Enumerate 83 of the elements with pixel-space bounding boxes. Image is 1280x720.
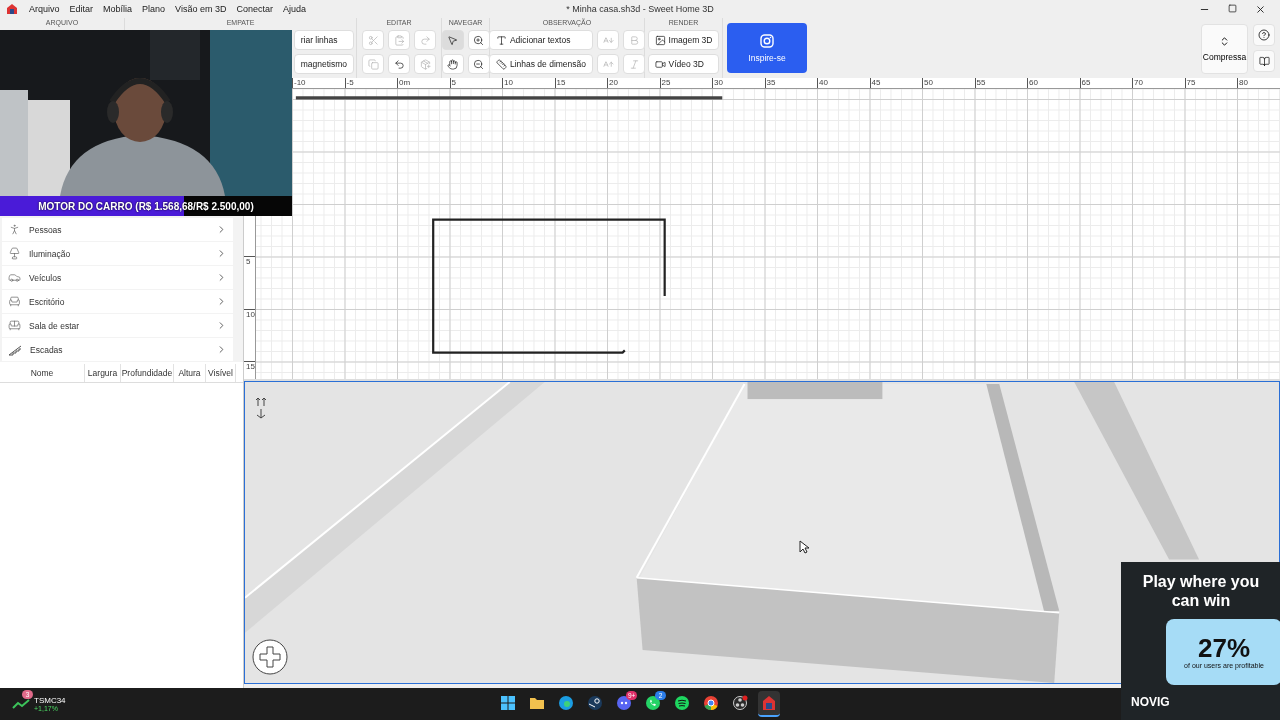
pan-tool-button[interactable] xyxy=(441,54,464,74)
house-app-icon[interactable] xyxy=(761,695,777,711)
stat-value: 27% xyxy=(1197,634,1250,662)
brand-name: NOVIG xyxy=(1131,695,1171,709)
music-icon[interactable] xyxy=(674,695,690,711)
zoom-in-button[interactable] xyxy=(467,30,490,50)
window-title: * Minha casa.sh3d - Sweet Home 3D xyxy=(566,4,714,14)
image-icon xyxy=(654,34,666,46)
pointer-tool-icon xyxy=(447,34,458,46)
increase-text-icon xyxy=(602,58,614,70)
catalog-category[interactable]: Veículos xyxy=(2,266,233,289)
catalog-category[interactable]: Pessoas xyxy=(2,218,233,241)
toolbar-button[interactable]: Adicionar textos xyxy=(488,30,594,50)
ad-headline: Play where you can win xyxy=(1141,572,1261,610)
steam-icon[interactable] xyxy=(587,695,603,711)
cut-icon xyxy=(367,34,379,46)
lamp-icon xyxy=(8,247,21,260)
menu-item[interactable]: Plano xyxy=(137,4,171,14)
zoom-out-icon xyxy=(473,58,484,70)
column-header[interactable]: Altura xyxy=(174,364,206,382)
browser-icon[interactable] xyxy=(558,695,574,711)
toolbar-button[interactable]: riar linhas xyxy=(293,30,354,50)
paste-icon xyxy=(393,34,405,46)
catalog-category[interactable]: Escadas xyxy=(2,338,233,361)
car-icon xyxy=(8,271,21,284)
close-icon[interactable] xyxy=(1255,3,1266,15)
camera-icon xyxy=(760,33,774,48)
toolbar-button[interactable]: Vídeo 3D xyxy=(647,54,720,74)
stock-symbol: TSMC34 xyxy=(34,696,66,705)
zoom-in-icon xyxy=(473,34,484,46)
folder-icon[interactable] xyxy=(529,695,545,711)
column-header[interactable]: Visível xyxy=(206,364,236,382)
column-header[interactable]: Nome xyxy=(0,364,85,382)
help-button[interactable] xyxy=(1253,24,1275,46)
redo-icon xyxy=(419,34,431,46)
toolbar-button[interactable]: magnetismo xyxy=(293,54,354,74)
maximize-icon[interactable] xyxy=(1228,3,1237,15)
help-icon xyxy=(1258,29,1270,41)
camera-arrows-icon[interactable] xyxy=(254,396,268,420)
catalog-category[interactable]: Sala de estar xyxy=(2,314,233,337)
ruler-icon xyxy=(495,58,507,70)
toolbar-button[interactable]: Imagem 3D xyxy=(647,30,720,50)
zoom-out-button[interactable] xyxy=(467,54,490,74)
person-icon xyxy=(8,223,21,236)
menu-item[interactable]: Editar xyxy=(64,4,99,14)
undo-icon xyxy=(393,58,405,70)
inspire-button[interactable]: Inspire-se xyxy=(727,23,807,73)
add-furniture-icon xyxy=(419,58,431,70)
bold-icon xyxy=(628,34,640,46)
menu-item[interactable]: Mobília xyxy=(98,4,138,14)
stairs-icon xyxy=(8,343,22,356)
menu-item[interactable]: Arquivo xyxy=(24,4,65,14)
copy-icon xyxy=(367,58,379,70)
undo-button[interactable] xyxy=(388,54,410,74)
cursor-icon xyxy=(799,540,809,554)
video-icon xyxy=(654,58,666,70)
italic-icon xyxy=(628,58,640,70)
toolbar-button[interactable]: Linhas de dimensão xyxy=(488,54,594,74)
phone-chat-icon[interactable] xyxy=(645,695,661,711)
column-header[interactable]: Profundidade xyxy=(121,364,174,382)
column-header[interactable]: Largura xyxy=(85,364,121,382)
catalog-category[interactable]: Escritório xyxy=(2,290,233,313)
chevrons-icon xyxy=(1219,36,1230,47)
decrease-text-icon xyxy=(602,34,614,46)
menu-item[interactable]: Visão em 3D xyxy=(170,4,232,14)
sofa-icon xyxy=(8,319,21,332)
menu-item[interactable]: Conectar xyxy=(231,4,278,14)
app-logo xyxy=(6,3,18,15)
book-button[interactable] xyxy=(1253,50,1275,72)
catalog-category[interactable]: Iluminação xyxy=(2,242,233,265)
text-icon xyxy=(495,34,507,46)
chair-icon xyxy=(8,295,21,308)
browser-icon[interactable] xyxy=(703,695,719,711)
chart-trend-icon xyxy=(12,698,30,710)
pan-tool-icon xyxy=(447,58,458,70)
book-icon xyxy=(1258,55,1270,67)
menu-item[interactable]: Ajuda xyxy=(277,4,311,14)
windows-start-icon[interactable] xyxy=(500,695,516,711)
navigation-pad-icon[interactable] xyxy=(252,639,288,675)
pointer-tool-button[interactable] xyxy=(441,30,464,50)
recorder-icon[interactable] xyxy=(732,695,748,711)
chevron-icon xyxy=(216,248,227,259)
compress-button[interactable]: Compressa xyxy=(1201,24,1248,74)
